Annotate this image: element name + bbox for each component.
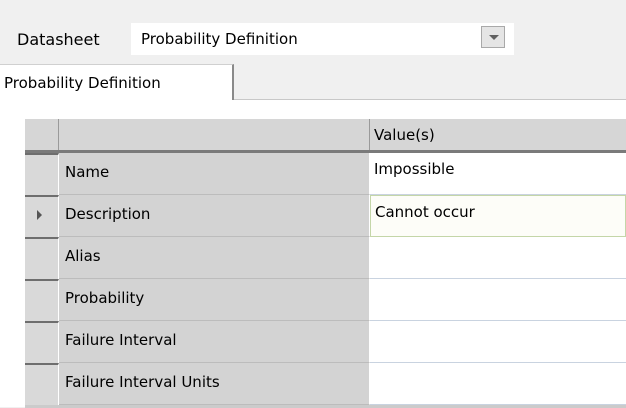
row-field-label: Name <box>65 163 110 181</box>
table-row[interactable]: Description Cannot occur <box>25 195 626 237</box>
row-selector[interactable] <box>25 279 59 321</box>
row-field-name: Alias <box>59 237 370 279</box>
header-row-selector[interactable] <box>25 119 59 150</box>
row-field-name: Name <box>59 153 370 195</box>
row-selector[interactable] <box>25 195 59 237</box>
table-row[interactable]: Name Impossible <box>25 153 626 195</box>
grid-header: Value(s) <box>25 119 626 153</box>
row-value-text: Impossible <box>374 160 455 178</box>
header-name-column[interactable] <box>59 119 370 150</box>
table-row[interactable]: Failure Interval <box>25 321 626 363</box>
chevron-down-icon[interactable] <box>481 26 505 48</box>
row-field-name: Probability <box>59 279 370 321</box>
row-field-label: Description <box>65 205 151 223</box>
table-row[interactable]: Failure Interval Units <box>25 363 626 405</box>
row-field-name: Description <box>59 195 370 237</box>
row-field-name: Failure Interval <box>59 321 370 363</box>
row-value-cell[interactable] <box>370 363 626 405</box>
header-value-label: Value(s) <box>374 126 435 144</box>
row-value-text: Cannot occur <box>375 203 475 221</box>
row-field-name: Failure Interval Units <box>59 363 370 405</box>
row-selector[interactable] <box>25 237 59 279</box>
row-field-label: Probability <box>65 289 145 307</box>
row-selector[interactable] <box>25 363 59 405</box>
row-value-cell[interactable] <box>370 237 626 279</box>
row-selector[interactable] <box>25 321 59 363</box>
datasheet-bar: Datasheet Probability Definition <box>0 0 626 64</box>
property-grid: Value(s) Name Impossible Description Can… <box>25 118 626 408</box>
row-value-cell[interactable] <box>370 321 626 363</box>
row-field-label: Failure Interval <box>65 331 177 349</box>
row-value-cell[interactable] <box>370 279 626 321</box>
datasheet-selected-value: Probability Definition <box>141 30 298 48</box>
tab-probability-definition[interactable]: Probability Definition <box>0 64 234 100</box>
table-row[interactable]: Probability <box>25 279 626 321</box>
tab-label: Probability Definition <box>4 74 161 92</box>
datasheet-dropdown[interactable]: Probability Definition <box>131 23 514 55</box>
row-field-label: Alias <box>65 247 101 265</box>
row-pointer-icon <box>37 210 42 220</box>
table-row[interactable]: Alias <box>25 237 626 279</box>
row-value-cell[interactable]: Cannot occur <box>370 195 626 237</box>
tab-panel: Value(s) Name Impossible Description Can… <box>0 100 626 408</box>
tab-strip: Probability Definition <box>0 64 626 100</box>
row-value-cell[interactable]: Impossible <box>370 153 626 195</box>
header-value-column[interactable]: Value(s) <box>370 119 626 150</box>
datasheet-label: Datasheet <box>17 30 100 49</box>
row-selector[interactable] <box>25 153 59 195</box>
row-field-label: Failure Interval Units <box>65 373 220 391</box>
